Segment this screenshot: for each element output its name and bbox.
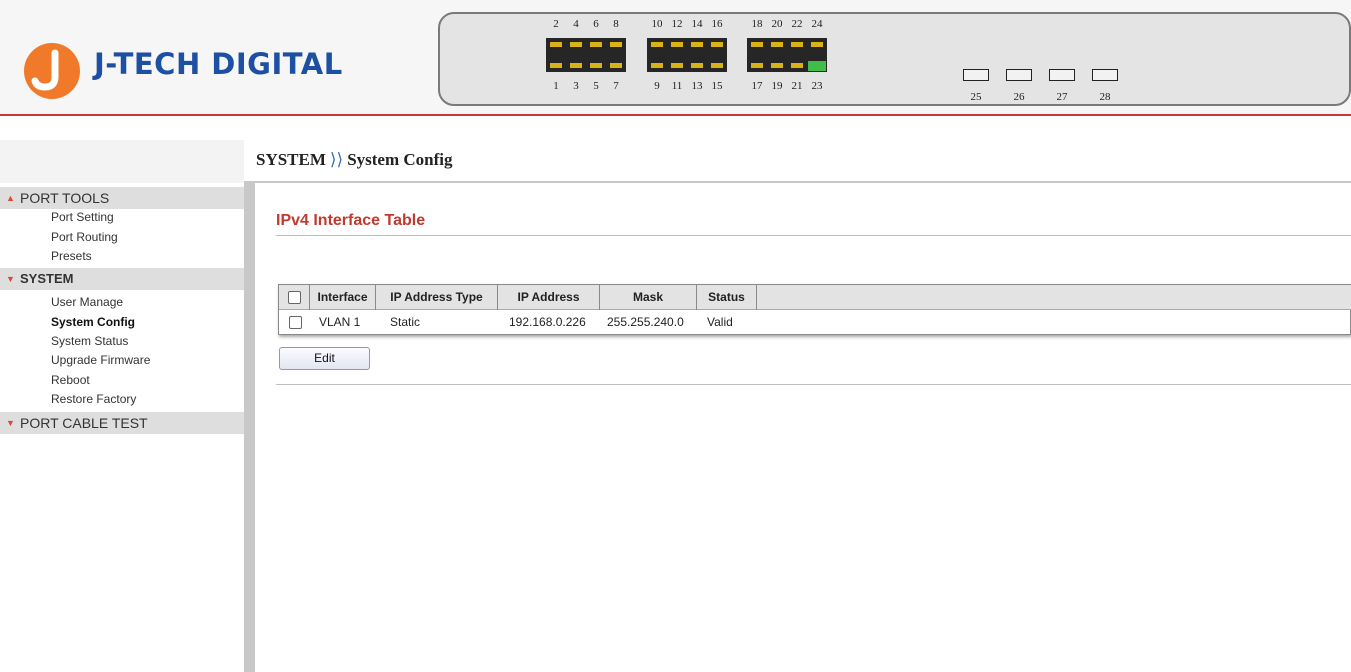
cell-interface: VLAN 1 [319, 315, 361, 329]
ethernet-port-icon[interactable] [787, 38, 807, 72]
ethernet-port-icon[interactable] [586, 38, 606, 72]
port-number-label: 21 [791, 80, 803, 92]
table-header: Interface IP Address Type IP Address Mas… [279, 285, 1351, 310]
column-header-mask[interactable]: Mask [600, 285, 697, 310]
port-number-label: 12 [671, 18, 683, 30]
port-number-label: 18 [751, 18, 763, 30]
breadcrumb-section[interactable]: SYSTEM [256, 150, 326, 169]
column-header-status[interactable]: Status [697, 285, 757, 310]
cell-status: Valid [707, 315, 733, 329]
header: J-TECH DIGITAL 2 4 6 8 10 12 14 16 18 20 22 24 1 3 5 7 9… [0, 0, 1351, 116]
port-number-label: 19 [771, 80, 783, 92]
ethernet-port-icon[interactable] [707, 38, 727, 72]
breadcrumb-separator-icon: ⟩⟩ [329, 150, 344, 169]
port-number-label: 10 [651, 18, 663, 30]
port-number-label: 11 [671, 80, 683, 92]
ethernet-port-icon[interactable] [807, 38, 827, 72]
port-number-label: 22 [791, 18, 803, 30]
ethernet-port-icon[interactable] [747, 38, 767, 72]
port-number-label: 2 [553, 18, 559, 30]
sfp-port-number-label: 27 [1056, 91, 1068, 103]
ethernet-port-icon[interactable] [667, 38, 687, 72]
port-number-label: 15 [711, 80, 723, 92]
collapse-arrow-icon: ▲ [6, 193, 15, 203]
sidebar-item-port-routing[interactable]: Port Routing [51, 230, 118, 244]
sidebar-item-system-config[interactable]: System Config [51, 315, 135, 329]
port-number-label: 8 [613, 18, 619, 30]
sfp-port-icon[interactable] [1006, 69, 1032, 81]
ethernet-port-icon[interactable] [647, 38, 667, 72]
ethernet-port-icon[interactable] [546, 38, 566, 72]
column-header-interface[interactable]: Interface [310, 285, 376, 310]
select-all-checkbox[interactable] [288, 291, 301, 304]
sfp-port-number-label: 25 [970, 91, 982, 103]
sidebar-group-system[interactable]: ▼ SYSTEM [0, 268, 244, 290]
cell-mask: 255.255.240.0 [607, 315, 684, 329]
sidebar-group-label: PORT CABLE TEST [20, 415, 148, 431]
sidebar-item-reboot[interactable]: Reboot [51, 373, 90, 387]
ethernet-port-icon[interactable] [767, 38, 787, 72]
sidebar-item-system-status[interactable]: System Status [51, 334, 128, 348]
edit-button[interactable]: Edit [279, 347, 370, 370]
sidebar-group-label: PORT TOOLS [20, 190, 110, 206]
port-number-label: 4 [573, 18, 579, 30]
cell-ip-address-type: Static [390, 315, 421, 329]
section-title: IPv4 Interface Table [276, 212, 426, 229]
sfp-port-icon[interactable] [1092, 69, 1118, 81]
sidebar-item-presets[interactable]: Presets [51, 249, 92, 263]
port-number-label: 17 [751, 80, 763, 92]
sidebar-item-user-manage[interactable]: User Manage [51, 295, 123, 309]
cell-ip-address: 192.168.0.226 [509, 315, 586, 329]
breadcrumb-page: System Config [347, 150, 453, 169]
breadcrumb-spacer [0, 140, 244, 183]
breadcrumb-bar: SYSTEM ⟩⟩ System Config [244, 140, 1351, 183]
ethernet-port-icon[interactable] [687, 38, 707, 72]
port-number-label: 1 [553, 80, 559, 92]
port-number-label: 7 [613, 80, 619, 92]
switch-port-panel: 2 4 6 8 10 12 14 16 18 20 22 24 1 3 5 7 9 11 13 15 17 19 21 23 2… [438, 12, 1351, 106]
sidebar-group-label: SYSTEM [20, 271, 74, 286]
ethernet-port-icon[interactable] [606, 38, 626, 72]
sfp-port-icon[interactable] [1049, 69, 1075, 81]
logo-mark-icon [24, 43, 80, 99]
sidebar-group-port-cable-test[interactable]: ▼ PORT CABLE TEST [0, 412, 244, 434]
select-all-cell [279, 285, 310, 310]
sidebar-item-upgrade-firmware[interactable]: Upgrade Firmware [51, 353, 150, 367]
breadcrumb: SYSTEM ⟩⟩ System Config [256, 150, 453, 170]
row-checkbox[interactable] [289, 316, 302, 329]
sidebar-item-port-setting[interactable]: Port Setting [51, 210, 114, 224]
port-number-label: 23 [811, 80, 823, 92]
brand-name: J-TECH DIGITAL [94, 47, 343, 81]
expand-arrow-icon: ▼ [6, 418, 15, 428]
sfp-port-icon[interactable] [963, 69, 989, 81]
sidebar-divider [244, 183, 255, 672]
column-header-ip-address[interactable]: IP Address [498, 285, 600, 310]
section-divider [276, 235, 1351, 236]
port-number-label: 20 [771, 18, 783, 30]
port-number-label: 9 [654, 80, 660, 92]
sidebar-item-restore-factory[interactable]: Restore Factory [51, 392, 136, 406]
port-number-label: 13 [691, 80, 703, 92]
header-divider [0, 114, 1351, 116]
port-number-label: 24 [811, 18, 823, 30]
content-divider [276, 384, 1351, 385]
column-header-ip-address-type[interactable]: IP Address Type [376, 285, 498, 310]
brand-logo: J-TECH DIGITAL [22, 41, 362, 103]
port-number-label: 6 [593, 18, 599, 30]
ipv4-interface-table: Interface IP Address Type IP Address Mas… [278, 284, 1351, 335]
sidebar: ▲ PORT TOOLS Port Setting Port Routing P… [0, 183, 244, 672]
ethernet-port-icon[interactable] [566, 38, 586, 72]
port-number-label: 5 [593, 80, 599, 92]
port-number-label: 3 [573, 80, 579, 92]
port-number-label: 16 [711, 18, 723, 30]
sidebar-group-port-tools[interactable]: ▲ PORT TOOLS [0, 187, 244, 209]
sfp-port-number-label: 28 [1099, 91, 1111, 103]
sfp-port-number-label: 26 [1013, 91, 1025, 103]
expand-arrow-icon: ▼ [6, 274, 15, 284]
port-number-label: 14 [691, 18, 703, 30]
